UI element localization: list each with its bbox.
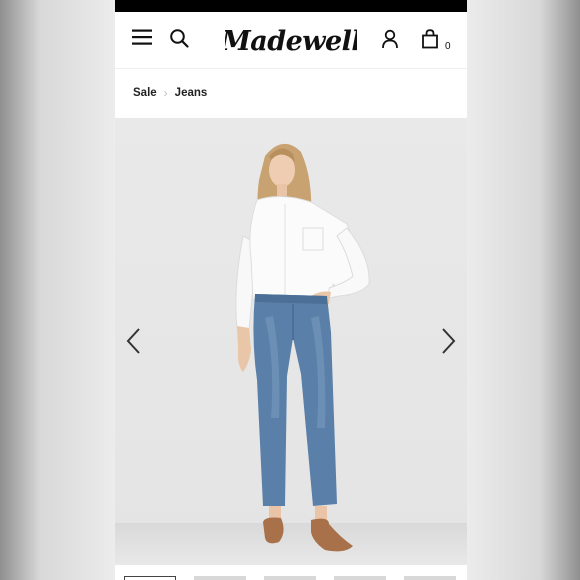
mobile-page: Madewell 0 Sale › Jeans — [115, 0, 467, 580]
chevron-right-icon: › — [163, 86, 168, 100]
chevron-right-icon[interactable] — [437, 326, 459, 356]
svg-text:Madewell: Madewell — [225, 26, 357, 57]
breadcrumb-sale[interactable]: Sale — [133, 87, 157, 99]
thumbnail-1[interactable] — [124, 576, 176, 580]
shopping-bag-icon[interactable] — [421, 29, 439, 54]
thumbnail-strip — [115, 565, 467, 580]
search-icon[interactable] — [169, 28, 189, 53]
status-bar — [115, 0, 467, 12]
account-icon[interactable] — [381, 29, 399, 54]
cart-count: 0 — [445, 41, 451, 52]
thumbnail-3[interactable] — [264, 576, 316, 580]
product-image[interactable] — [115, 118, 467, 565]
site-header: Madewell 0 — [115, 12, 467, 69]
thumbnail-4[interactable] — [334, 576, 386, 580]
model-illustration — [235, 143, 370, 552]
hamburger-menu-icon[interactable] — [131, 28, 153, 51]
breadcrumb: Sale › Jeans — [115, 69, 467, 117]
thumbnail-5[interactable] — [404, 576, 456, 580]
madewell-logo[interactable]: Madewell — [225, 20, 357, 62]
chevron-left-icon[interactable] — [123, 326, 145, 356]
thumbnail-2[interactable] — [194, 576, 246, 580]
breadcrumb-jeans[interactable]: Jeans — [175, 87, 208, 99]
